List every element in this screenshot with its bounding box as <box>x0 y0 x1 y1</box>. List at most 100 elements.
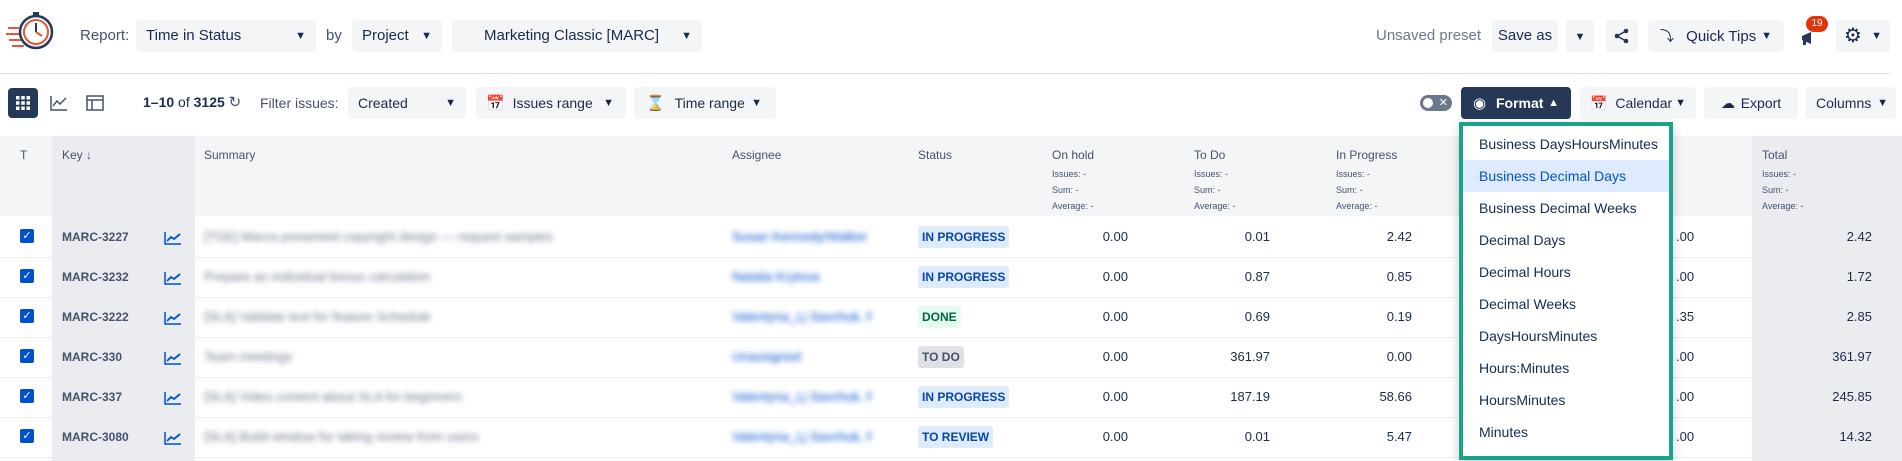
issue-summary[interactable]: [TGE] Marca presented copyright design —… <box>204 229 624 244</box>
sub-sum: Sum: - <box>1762 185 1789 195</box>
save-options-button[interactable]: ▼ <box>1566 20 1594 52</box>
header-status[interactable]: Status <box>918 148 952 162</box>
issue-key[interactable]: MARC-330 <box>62 350 122 364</box>
chart-icon[interactable] <box>164 311 182 325</box>
on-hold-value: 0.00 <box>1102 429 1128 444</box>
partial-hidden-value: .35 <box>1676 309 1695 324</box>
format-button[interactable]: ◉ Format ▲ <box>1461 87 1571 119</box>
header-to-do[interactable]: To Do Issues: - Sum: - Average: - <box>1194 148 1235 214</box>
format-option[interactable]: Decimal Weeks <box>1463 288 1669 320</box>
format-option[interactable]: Decimal Days <box>1463 224 1669 256</box>
chevron-up-icon: ▲ <box>1548 97 1559 109</box>
chevron-down-icon: ▼ <box>445 97 456 109</box>
chart-icon[interactable] <box>164 431 182 445</box>
total-value: 2.42 <box>1846 229 1872 244</box>
row-checkbox[interactable]: ✓ <box>20 269 34 283</box>
issues-range-button[interactable]: 📅 Issues range ▼ <box>476 87 626 119</box>
toggle-switch[interactable]: ✕ <box>1420 95 1452 111</box>
header-on-hold[interactable]: On hold Issues: - Sum: - Average: - <box>1052 148 1094 214</box>
chevron-down-icon: ▼ <box>421 30 432 42</box>
report-select-value: Time in Status <box>146 27 242 44</box>
to-do-value: 0.87 <box>1244 269 1270 284</box>
issue-summary[interactable]: [SLA] Validate text for feature Schedule <box>204 309 624 324</box>
grid-view-button[interactable] <box>8 88 38 118</box>
chart-icon[interactable] <box>164 351 182 365</box>
format-option[interactable]: DaysHoursMinutes <box>1463 320 1669 352</box>
status-badge: TO DO <box>918 346 964 368</box>
partial-hidden-value: .00 <box>1676 269 1695 284</box>
issue-assignee[interactable]: Valentyna_Lj Savchuk, Rem <box>732 309 872 324</box>
format-option[interactable]: HoursMinutes <box>1463 384 1669 416</box>
header-type: T <box>20 148 28 162</box>
row-checkbox[interactable]: ✓ <box>20 229 34 243</box>
issue-assignee[interactable]: Unassigned <box>732 349 872 364</box>
chart-view-button[interactable] <box>44 88 74 118</box>
settings-button[interactable]: ⚙ ▼ <box>1836 20 1890 52</box>
chart-icon[interactable] <box>164 231 182 245</box>
refresh-icon[interactable]: ↻ <box>229 94 242 111</box>
format-option[interactable]: Business DaysHoursMinutes <box>1463 128 1669 160</box>
row-checkbox[interactable]: ✓ <box>20 429 34 443</box>
format-option[interactable]: Business Decimal Weeks <box>1463 192 1669 224</box>
by-select-value: Project <box>362 27 409 44</box>
chart-icon[interactable] <box>164 271 182 285</box>
filter-select-value: Created <box>358 95 408 111</box>
row-checkbox[interactable]: ✓ <box>20 309 34 323</box>
time-range-button[interactable]: ⌛ Time range ▼ <box>634 87 776 119</box>
issue-summary[interactable]: Prepare an individual bonus calculation <box>204 269 624 284</box>
to-do-value: 0.01 <box>1244 229 1270 244</box>
issue-assignee[interactable]: Valentyna_Lj Savchuk, Rem <box>732 389 872 404</box>
project-select[interactable]: Marketing Classic [MARC] ▼ <box>452 20 702 52</box>
status-badge: DONE <box>918 306 961 328</box>
row-checkbox[interactable]: ✓ <box>20 389 34 403</box>
issue-key[interactable]: MARC-337 <box>62 390 122 404</box>
save-as-button[interactable]: Save as <box>1492 20 1558 52</box>
format-option[interactable]: Hours:Minutes <box>1463 352 1669 384</box>
header-total[interactable]: Total Issues: - Sum: - Average: - <box>1762 148 1803 214</box>
issue-summary[interactable]: Team meetings <box>204 349 624 364</box>
issue-key[interactable]: MARC-3227 <box>62 230 129 244</box>
issue-assignee[interactable]: Natalia Krylova <box>732 269 872 284</box>
header-assignee[interactable]: Assignee <box>732 148 781 162</box>
total-value: 1.72 <box>1846 269 1872 284</box>
sub-issues: Issues: - <box>1194 169 1229 179</box>
format-option[interactable]: Minutes <box>1463 416 1669 448</box>
project-select-value: Marketing Classic [MARC] <box>484 27 660 44</box>
issue-assignee[interactable]: Valentyna_Lj Savchuk, Rem <box>732 429 872 444</box>
issue-summary[interactable]: [SLA] Video content about SLA for beginn… <box>204 389 624 404</box>
chart-icon[interactable] <box>164 391 182 405</box>
export-label: Export <box>1740 95 1782 111</box>
row-checkbox[interactable]: ✓ <box>20 349 34 363</box>
notifications-button[interactable]: 19 <box>1794 16 1828 52</box>
sub-issues: Issues: - <box>1762 169 1797 179</box>
arrow-down-icon: ↓ <box>86 148 93 162</box>
time-range-label: Time range <box>674 95 745 111</box>
quick-tips-button[interactable]: ⤵ Quick Tips ▼ <box>1648 20 1784 52</box>
partial-hidden-value: .00 <box>1676 229 1695 244</box>
columns-button[interactable]: Columns ▼ <box>1806 87 1896 119</box>
header-in-progress[interactable]: In Progress Issues: - Sum: - Average: - <box>1336 148 1397 214</box>
calendar-button[interactable]: 📅 Calendar ▼ <box>1580 87 1696 119</box>
issue-key[interactable]: MARC-3232 <box>62 270 129 284</box>
report-select[interactable]: Time in Status ▼ <box>136 20 316 52</box>
format-option[interactable]: Decimal Hours <box>1463 256 1669 288</box>
sub-issues: Issues: - <box>1052 169 1087 179</box>
header-summary[interactable]: Summary <box>204 148 255 162</box>
export-button[interactable]: ☁ Export <box>1704 87 1798 119</box>
issue-summary[interactable]: [SLA] Build window for taking review fro… <box>204 429 624 444</box>
chevron-down-icon: ▼ <box>1871 30 1882 42</box>
filter-select[interactable]: Created ▼ <box>348 87 466 119</box>
issue-assignee[interactable]: Susan Kennedy/Walker <box>732 229 872 244</box>
header-key[interactable]: Key ↓ <box>62 148 92 162</box>
on-hold-value: 0.00 <box>1102 309 1128 324</box>
status-badge: TO REVIEW <box>918 426 994 448</box>
format-option[interactable]: Business Decimal Days <box>1463 160 1669 192</box>
total-value: 2.85 <box>1846 309 1872 324</box>
pivot-view-button[interactable] <box>80 88 110 118</box>
partial-hidden-value: .00 <box>1676 429 1695 444</box>
share-button[interactable] <box>1606 20 1638 52</box>
issue-key[interactable]: MARC-3080 <box>62 430 129 444</box>
by-select[interactable]: Project ▼ <box>352 20 442 52</box>
issue-key[interactable]: MARC-3222 <box>62 310 129 324</box>
total-value: 361.97 <box>1832 349 1872 364</box>
